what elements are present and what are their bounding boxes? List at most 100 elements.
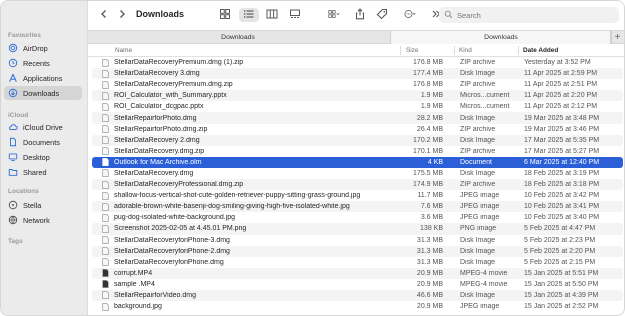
file-row[interactable]: adorable-brown-white-basenji-dog-smiling… bbox=[92, 201, 623, 213]
new-tab-button[interactable]: + bbox=[610, 31, 624, 44]
sidebar-item-icloud-drive[interactable]: iCloud Drive bbox=[4, 120, 82, 134]
file-row[interactable]: StellarRepairforVideo.dmg 46.6 MB Disk Ima… bbox=[92, 289, 623, 302]
column-header-size[interactable]: Size bbox=[406, 47, 418, 54]
movie-file-icon bbox=[102, 280, 109, 289]
file-size: 4 KB bbox=[427, 158, 443, 166]
share-button[interactable] bbox=[353, 8, 367, 22]
disk-image-icon bbox=[102, 69, 109, 78]
column-header-date-added[interactable]: Date Added bbox=[523, 47, 558, 54]
desktop-icon bbox=[8, 152, 18, 162]
clock-icon bbox=[8, 58, 18, 68]
sidebar-item-documents[interactable]: Documents bbox=[4, 135, 82, 149]
file-row[interactable]: StellarDataRecoveryPremium.dmg.zip 176.8 … bbox=[92, 79, 623, 90]
file-size: 31.3 MB bbox=[416, 236, 443, 244]
disk-image-icon bbox=[102, 114, 109, 122]
search-input[interactable] bbox=[457, 10, 607, 20]
file-kind: Micros...cument bbox=[460, 103, 510, 111]
file-row[interactable]: pug-dog-isolated-white-background.jpg 3.6… bbox=[92, 212, 623, 223]
sidebar: Favourites AirDrop Recents Applications … bbox=[1, 1, 88, 315]
file-row[interactable]: StellarDataRecovery 2.dmg 170.2 MB Disk Im… bbox=[92, 134, 623, 146]
column-divider[interactable] bbox=[400, 46, 401, 55]
toolbar: Downloads bbox=[88, 1, 624, 30]
file-row[interactable]: Screenshot 2025-02-05 at 4.45.01 PM.png 1… bbox=[92, 223, 623, 235]
column-divider[interactable] bbox=[518, 46, 519, 55]
file-row[interactable]: StellarDataRecoveryforiPhone.dmg 31.3 MB D… bbox=[92, 257, 623, 268]
zip-file-icon bbox=[102, 180, 109, 189]
disk-image-icon bbox=[102, 136, 109, 145]
tag-button[interactable] bbox=[375, 8, 389, 22]
more-actions-button[interactable] bbox=[399, 8, 421, 22]
sidebar-item-desktop[interactable]: Desktop bbox=[4, 150, 82, 164]
file-kind: MPEG-4 movie bbox=[460, 269, 508, 277]
icon-view-button[interactable] bbox=[216, 8, 234, 22]
file-row[interactable]: corrupt.MP4 20.9 MB MPEG-4 movie 15 Jan 202… bbox=[92, 267, 623, 279]
file-size: 20.9 MB bbox=[416, 280, 443, 288]
network-icon bbox=[8, 215, 18, 225]
file-name: StellarDataRecovery.dmg.zip bbox=[114, 147, 205, 155]
file-size: 7.6 MB bbox=[420, 203, 443, 211]
file-row[interactable]: StellarDataRecoveryPremium.dmg (1).zip 17… bbox=[92, 57, 623, 68]
tab-downloads-2[interactable]: Downloads bbox=[390, 31, 612, 44]
sidebar-item-applications[interactable]: Applications bbox=[4, 71, 82, 85]
list-view-button[interactable] bbox=[239, 8, 259, 22]
search-icon bbox=[444, 10, 453, 21]
sidebar-item-network[interactable]: Network bbox=[4, 213, 82, 227]
file-row[interactable]: StellarDataRecovery.dmg 175.5 MB Disk Imag… bbox=[92, 168, 623, 179]
sidebar-item-label: Stella bbox=[23, 200, 42, 210]
file-name: StellarDataRecoveryforiPhone-3.dmg bbox=[114, 236, 230, 244]
back-button[interactable] bbox=[97, 8, 111, 22]
file-name: StellarDataRecovery.dmg bbox=[114, 169, 194, 177]
sidebar-item-downloads[interactable]: Downloads bbox=[4, 86, 82, 100]
file-row[interactable]: ROI_Calculator_dcgpac.pptx 1.9 MB Micros..… bbox=[92, 101, 623, 112]
column-header-name[interactable]: Name bbox=[115, 47, 132, 54]
forward-button[interactable] bbox=[115, 8, 129, 22]
group-button[interactable] bbox=[323, 8, 345, 22]
sidebar-item-airdrop[interactable]: AirDrop bbox=[4, 41, 82, 55]
file-row[interactable]: StellarDataRecoveryforiPhone-2.dmg 31.3 M… bbox=[92, 245, 623, 257]
sidebar-item-stella[interactable]: Stella bbox=[4, 198, 82, 212]
presentation-file-icon bbox=[102, 102, 109, 111]
sidebar-item-label: AirDrop bbox=[23, 43, 48, 53]
file-size: 176.8 MB bbox=[413, 59, 443, 67]
file-row[interactable]: ROI_Calculator_with_Summary.pptx 1.9 MB Mi… bbox=[92, 90, 623, 102]
sidebar-item-recents[interactable]: Recents bbox=[4, 56, 82, 70]
column-view-button[interactable] bbox=[263, 8, 281, 22]
file-row[interactable]: StellarRepairforPhoto.dmg 28.2 MB Disk Ima… bbox=[92, 112, 623, 124]
disk-image-icon bbox=[102, 258, 109, 267]
file-date-added: 19 Mar 2025 at 3:48 PM bbox=[524, 114, 600, 122]
file-name: StellarDataRecoveryforiPhone.dmg bbox=[114, 258, 224, 266]
file-row[interactable]: StellarDataRecovery 3.dmg 177.4 MB Disk Im… bbox=[92, 68, 623, 80]
file-size: 26.4 MB bbox=[416, 125, 443, 133]
sidebar-item-shared[interactable]: Shared bbox=[4, 165, 82, 179]
file-row[interactable]: sample .MP4 20.9 MB MPEG-4 movie 15 Jan 202… bbox=[92, 279, 623, 290]
file-row[interactable]: StellarDataRecoveryforiPhone-3.dmg 31.3 M… bbox=[92, 235, 623, 246]
share-icon bbox=[354, 8, 366, 22]
file-row[interactable]: Outlook for Mac Archive.olm 4 KB Document 6… bbox=[92, 156, 623, 168]
file-size: 28.2 MB bbox=[416, 114, 443, 122]
file-row[interactable]: shallow-focus-vertical-shot-cute-golden-… bbox=[92, 190, 623, 201]
file-row[interactable]: StellarDataRecovery.dmg.zip 170.1 MB ZIP a… bbox=[92, 146, 623, 157]
movie-file-icon bbox=[102, 269, 109, 278]
file-kind: ZIP archive bbox=[460, 181, 496, 189]
column-header-kind[interactable]: Kind bbox=[459, 47, 472, 54]
file-size: 3.6 MB bbox=[420, 214, 443, 222]
tab-bar: Downloads Downloads + bbox=[88, 30, 624, 44]
file-row[interactable]: StellarRepairforPhoto.dmg.zip 26.4 MB ZIP … bbox=[92, 124, 623, 135]
column-divider[interactable] bbox=[454, 46, 455, 55]
file-row[interactable]: background.jpg 20.9 MB JPEG image 15 Jan 20… bbox=[92, 301, 623, 312]
gallery-view-button[interactable] bbox=[286, 8, 304, 22]
ellipsis-circle-icon bbox=[404, 8, 416, 22]
file-size: 20.9 MB bbox=[416, 303, 443, 311]
sidebar-item-label: Shared bbox=[23, 167, 47, 177]
file-size: 174.9 MB bbox=[413, 181, 443, 189]
zip-file-icon bbox=[102, 58, 109, 67]
file-kind: Document bbox=[460, 158, 492, 166]
file-kind: Disk Image bbox=[460, 169, 496, 177]
file-date-added: 5 Feb 2025 at 2:15 PM bbox=[524, 258, 596, 266]
file-name: StellarDataRecoveryforiPhone-2.dmg bbox=[114, 247, 230, 255]
file-date-added: 11 Apr 2025 at 2:20 PM bbox=[524, 92, 598, 100]
file-row[interactable]: StellarDataRecoveryProfessional.dmg.zip 1… bbox=[92, 179, 623, 191]
tab-downloads-1[interactable]: Downloads bbox=[88, 31, 388, 44]
file-size: 175.5 MB bbox=[413, 169, 443, 177]
search-field[interactable] bbox=[439, 7, 619, 23]
